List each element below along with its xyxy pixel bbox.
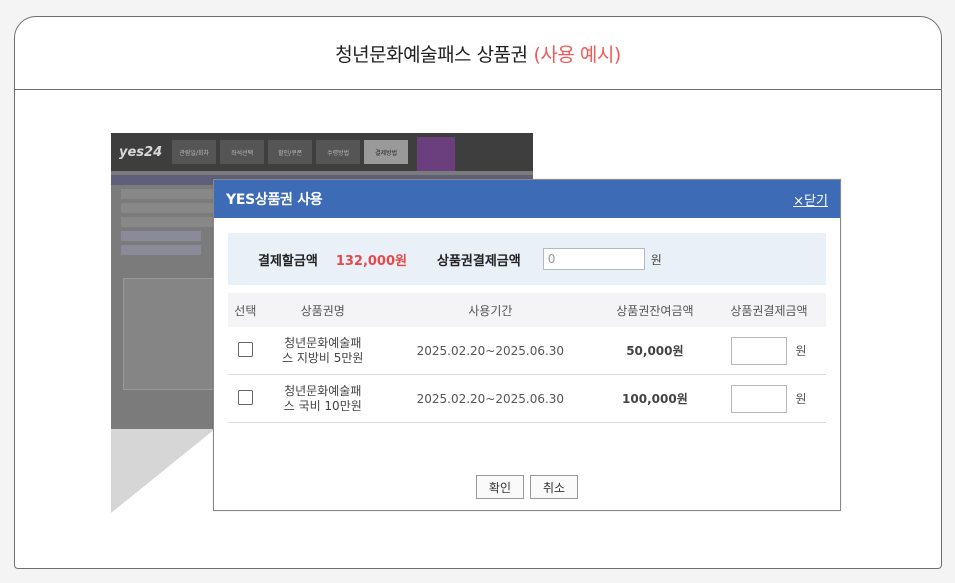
- background-tab: 좌석선택: [220, 140, 265, 164]
- voucher-balance: 50,000원: [597, 327, 712, 375]
- page-title-highlight: (사용 예시): [533, 43, 622, 66]
- table-row: 청년문화예술패 스 국비 10만원 2025.02.20~2025.06.30 …: [228, 374, 826, 423]
- background-promo: [417, 137, 527, 171]
- col-period: 사용기간: [382, 293, 598, 327]
- col-pay-amount: 상품권결제금액: [711, 293, 826, 327]
- promo-image: [417, 137, 455, 171]
- table-header-row: 선택 상품권명 사용기간 상품권잔여금액 상품권결제금액: [228, 293, 826, 327]
- won-unit: 원: [795, 344, 807, 358]
- dialog-title: YES상품권 사용: [226, 192, 323, 208]
- voucher-amount-input[interactable]: [542, 248, 645, 270]
- voucher-period: 2025.02.20~2025.06.30: [382, 327, 598, 375]
- col-select: 선택: [228, 293, 263, 327]
- voucher-dialog: YES상품권 사용 ×닫기 결제할금액 132,000원 상품권결제금액 원 선…: [213, 179, 841, 511]
- background-list-box: [123, 278, 225, 390]
- example-card: 청년문화예술패스 상품권 (사용 예시) yes24 관람일/회차 좌석선택 할…: [14, 16, 942, 569]
- amount-label: 결제할금액: [258, 253, 318, 269]
- voucher-amount-label: 상품권결제금액: [436, 253, 521, 269]
- voucher-name: 청년문화예술패 스 국비 10만원: [262, 374, 383, 423]
- voucher-period: 2025.02.20~2025.06.30: [382, 374, 598, 423]
- pay-amount-input[interactable]: [731, 384, 788, 413]
- page-title: 청년문화예술패스 상품권: [335, 43, 528, 66]
- screenshot-shadow: [111, 429, 215, 513]
- background-tab: 수령방법: [316, 140, 361, 164]
- card-header: 청년문화예술패스 상품권 (사용 예시): [15, 17, 941, 90]
- won-unit: 원: [650, 252, 662, 267]
- cancel-button[interactable]: 취소: [530, 475, 579, 499]
- dialog-buttons: 확인 취소: [214, 475, 840, 499]
- close-button[interactable]: ×닫기: [793, 190, 828, 209]
- voucher-name: 청년문화예술패 스 지방비 5만원: [262, 327, 383, 375]
- background-tab-active: 결제방법: [364, 140, 409, 164]
- table-row: 청년문화예술패 스 지방비 5만원 2025.02.20~2025.06.30 …: [228, 327, 826, 375]
- col-name: 상품권명: [262, 293, 383, 327]
- amount-value: 132,000원: [335, 253, 407, 269]
- select-checkbox[interactable]: [237, 389, 253, 405]
- yes24-logo: yes24: [119, 144, 163, 160]
- select-checkbox[interactable]: [237, 341, 253, 357]
- col-balance: 상품권잔여금액: [597, 293, 712, 327]
- voucher-table: 선택 상품권명 사용기간 상품권잔여금액 상품권결제금액 청년문화예술패 스 지…: [228, 293, 826, 423]
- pay-amount-input[interactable]: [731, 336, 788, 365]
- payment-summary: 결제할금액 132,000원 상품권결제금액 원: [228, 233, 826, 285]
- confirm-button[interactable]: 확인: [475, 475, 524, 499]
- voucher-balance: 100,000원: [597, 374, 712, 423]
- background-tab: 할인/쿠폰: [268, 140, 313, 164]
- won-unit: 원: [795, 392, 807, 406]
- background-tab: 관람일/회차: [172, 140, 217, 164]
- dialog-header: YES상품권 사용 ×닫기: [214, 180, 840, 218]
